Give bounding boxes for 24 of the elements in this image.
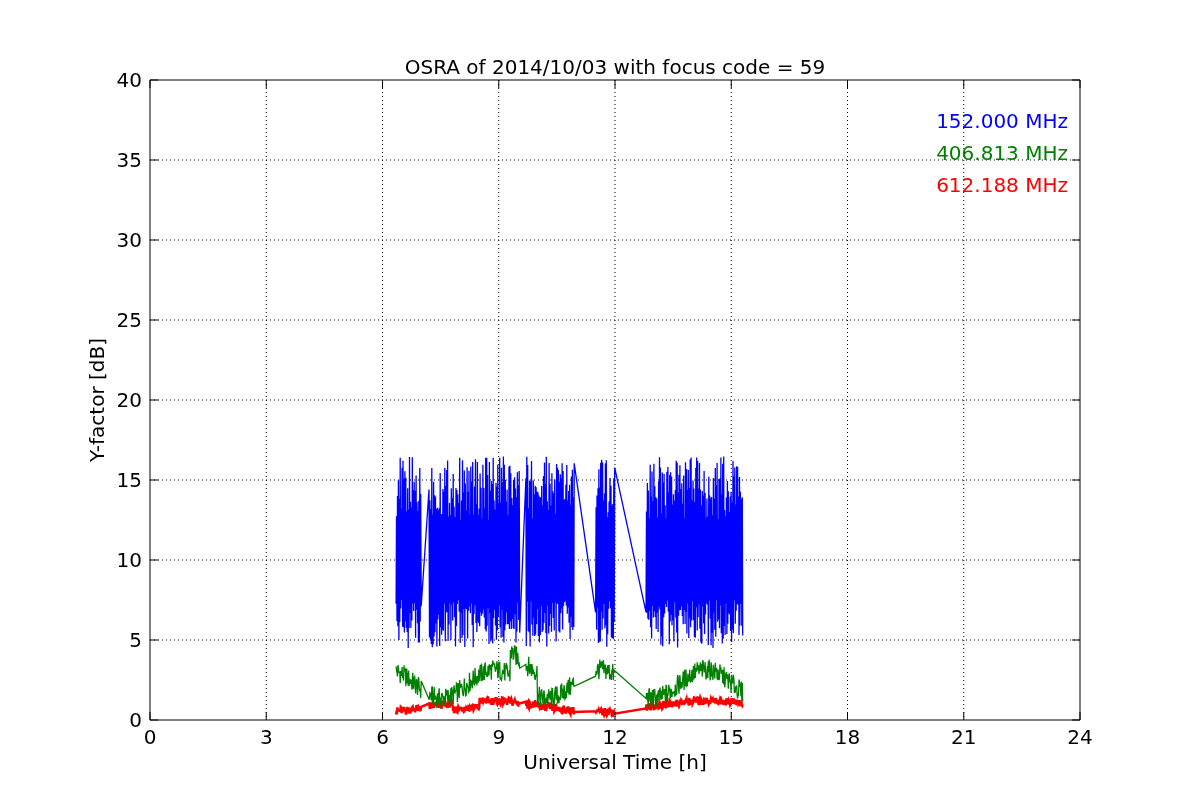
y-tick-label: 5 (129, 628, 142, 652)
x-tick-label: 12 (602, 725, 628, 749)
y-tick-label: 20 (116, 388, 142, 412)
x-tick-label: 18 (834, 725, 861, 749)
y-tick-label: 40 (116, 68, 142, 92)
chart-title: OSRA of 2014/10/03 with focus code = 59 (404, 55, 826, 79)
x-tick-label: 24 (1067, 725, 1093, 749)
y-tick-label: 25 (116, 308, 142, 332)
x-tick-label: 21 (951, 725, 977, 749)
legend-label: 612.188 MHz (936, 173, 1068, 197)
y-tick-label: 10 (116, 548, 142, 572)
y-tick-label: 35 (116, 148, 142, 172)
x-tick-label: 0 (143, 725, 157, 749)
x-tick-label: 6 (376, 725, 389, 749)
y-tick-label: 30 (116, 228, 142, 252)
y-tick-label: 15 (116, 468, 142, 492)
legend-label: 152.000 MHz (936, 109, 1068, 133)
x-tick-label: 15 (718, 725, 744, 749)
x-axis-label: Universal Time [h] (523, 750, 707, 774)
legend-label: 406.813 MHz (936, 141, 1068, 165)
y-axis-label: Y-factor [dB] (85, 338, 109, 462)
x-tick-label: 9 (492, 725, 506, 749)
y-tick-label: 0 (129, 708, 142, 732)
x-tick-label: 3 (259, 725, 273, 749)
